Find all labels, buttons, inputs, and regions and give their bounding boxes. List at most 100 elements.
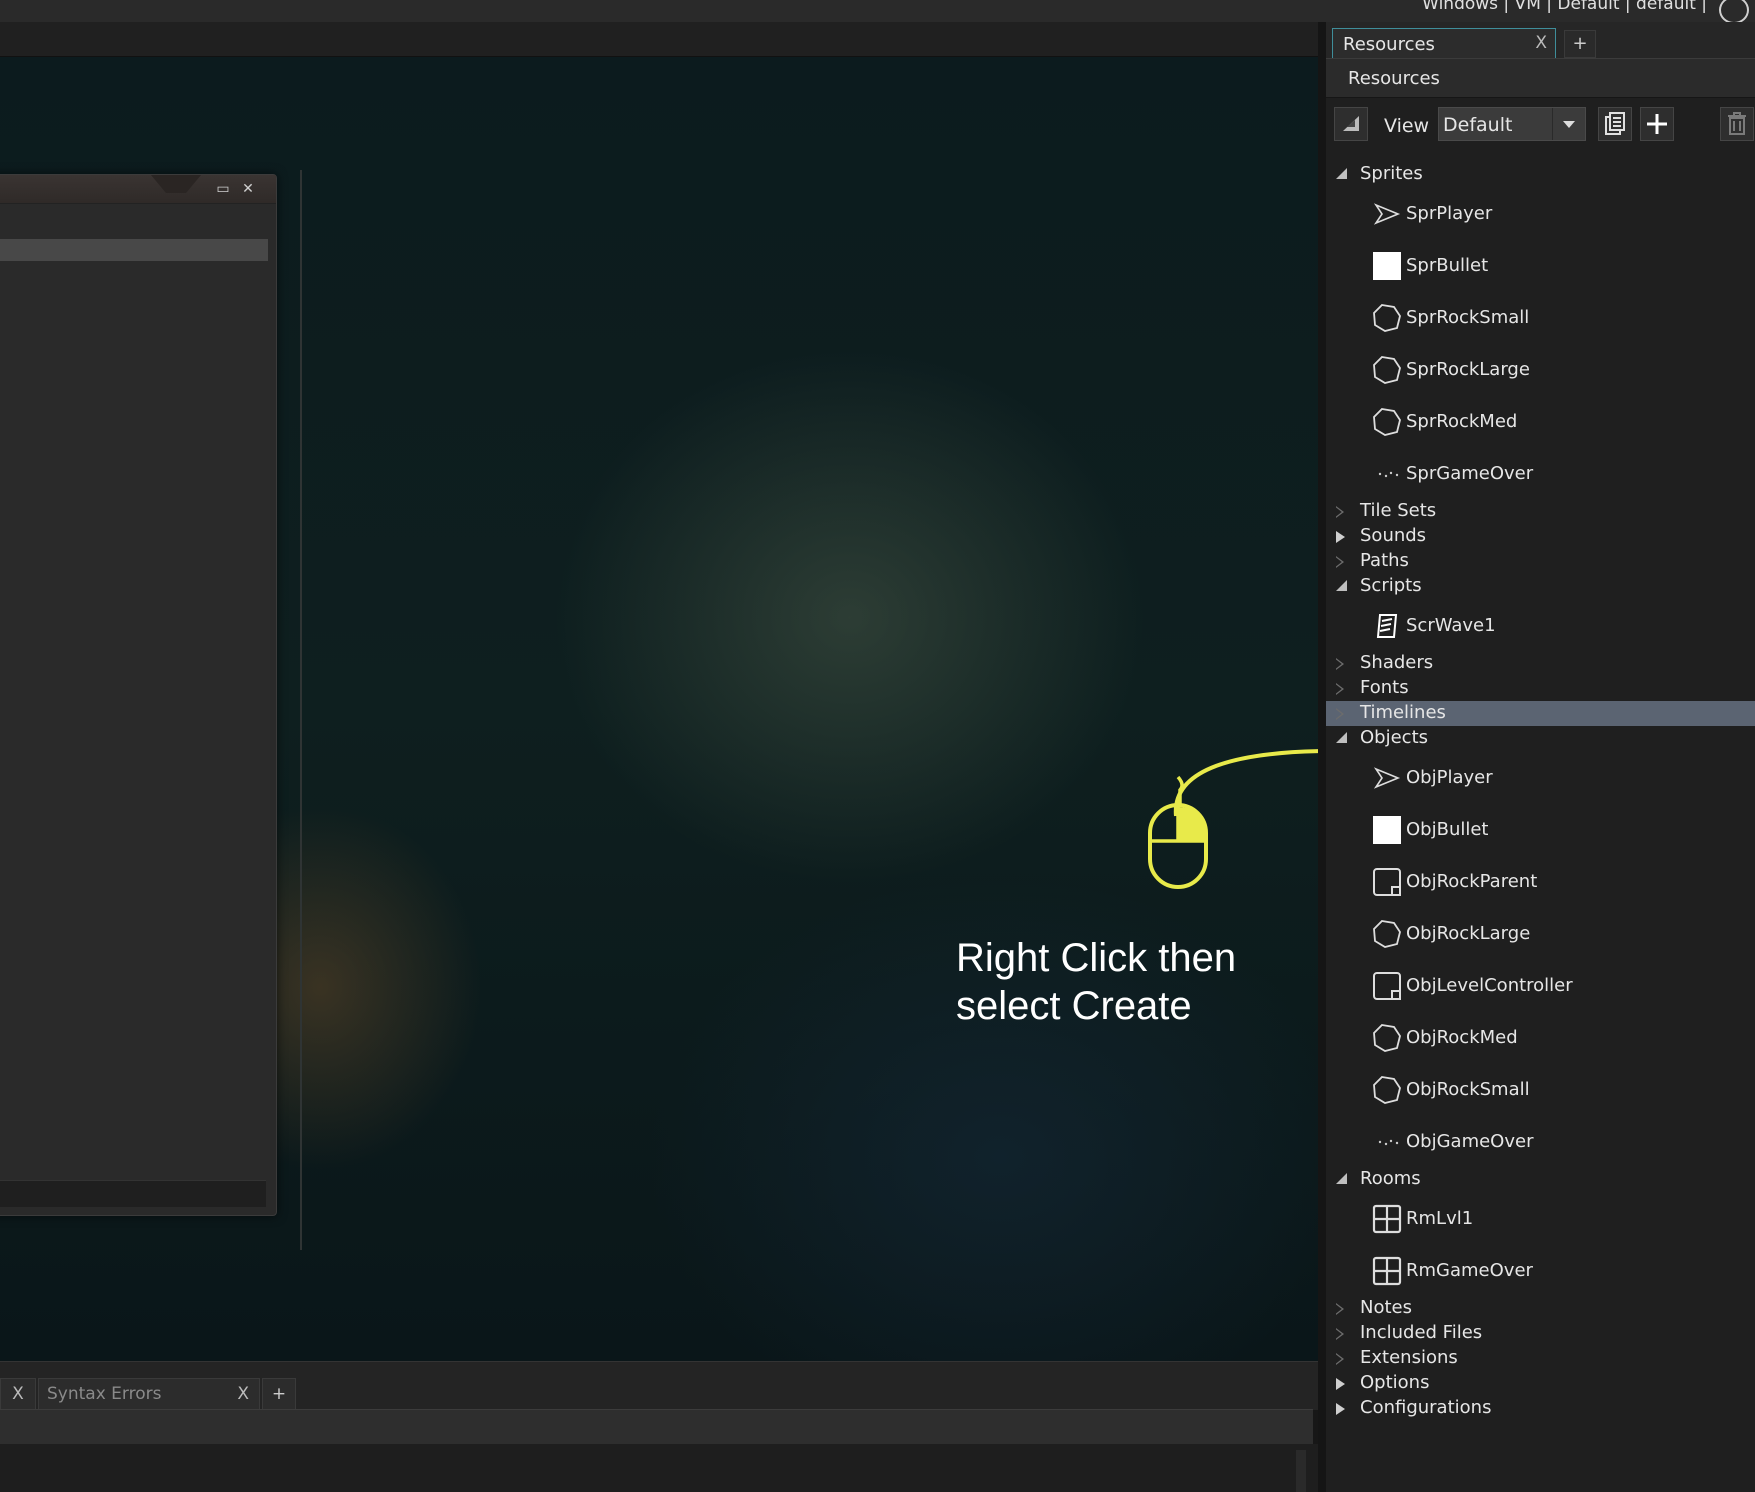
add-tab-button[interactable]: + — [262, 1378, 296, 1409]
collapsed-arrow-icon[interactable] — [1336, 1403, 1345, 1415]
tree-folder-included-files[interactable]: Included Files — [1326, 1321, 1755, 1346]
window-footer — [0, 1180, 266, 1207]
item-label: ObjGameOver — [1406, 1131, 1534, 1152]
item-label: SprGameOver — [1406, 463, 1534, 484]
delete-resource-button[interactable] — [1720, 107, 1754, 141]
workspace-tab-bar — [0, 22, 1318, 57]
document-list-icon — [1605, 112, 1625, 135]
collapsed-arrow-icon[interactable] — [1336, 556, 1344, 568]
chevron-down-icon[interactable] — [1552, 108, 1585, 140]
tree-item[interactable]: RmLvl1 — [1326, 1192, 1755, 1244]
tree-item[interactable]: SprBullet — [1326, 239, 1755, 291]
tree-folder-objects[interactable]: Objects — [1326, 726, 1755, 751]
output-tab-bar: X Syntax Errors X + — [0, 1361, 1318, 1410]
folder-label: Configurations — [1360, 1397, 1492, 1418]
close-icon[interactable]: X — [1535, 33, 1547, 53]
target-icon[interactable] — [1719, 0, 1749, 24]
tree-item[interactable]: SprGameOver — [1326, 447, 1755, 499]
tree-folder-shaders[interactable]: Shaders — [1326, 651, 1755, 676]
object-icon — [1373, 868, 1401, 896]
folder-label: Shaders — [1360, 652, 1434, 673]
trash-icon — [1728, 112, 1746, 135]
tree-item[interactable]: SprRockMed — [1326, 395, 1755, 447]
close-icon[interactable]: X — [237, 1379, 249, 1409]
tree-folder-configurations[interactable]: Configurations — [1326, 1396, 1755, 1421]
tree-folder-paths[interactable]: Paths — [1326, 549, 1755, 574]
panel-splitter[interactable] — [1318, 22, 1326, 1492]
tree-folder-notes[interactable]: Notes — [1326, 1296, 1755, 1321]
folder-label: Notes — [1360, 1297, 1412, 1318]
tab-resources[interactable]: Resources X — [1332, 28, 1556, 58]
maximize-icon[interactable]: ▭ — [215, 181, 231, 197]
folder-label: Fonts — [1360, 677, 1409, 698]
list-view-button[interactable] — [1598, 107, 1632, 141]
output-scrollbar[interactable] — [1296, 1450, 1306, 1492]
close-icon[interactable]: ✕ — [240, 181, 256, 197]
tree-folder-timelines[interactable]: Timelines — [1326, 701, 1755, 726]
tree-folder-tile-sets[interactable]: Tile Sets — [1326, 499, 1755, 524]
tab-syntax-errors[interactable]: Syntax Errors X — [38, 1378, 260, 1409]
collapsed-arrow-icon[interactable] — [1336, 1328, 1344, 1340]
expanded-arrow-icon[interactable] — [1336, 580, 1347, 591]
tree-folder-rooms[interactable]: Rooms — [1326, 1167, 1755, 1192]
window-titlebar[interactable]: ▭ ✕ — [0, 175, 276, 204]
workspace-divider — [300, 170, 302, 1250]
tab-output[interactable]: X — [0, 1378, 36, 1409]
tree-item[interactable]: ObjRockSmall — [1326, 1063, 1755, 1115]
tree-item[interactable]: SprPlayer — [1326, 187, 1755, 239]
target-selector-text[interactable]: Windows | VM | Default | default | — [1422, 0, 1707, 14]
item-label: ObjRockParent — [1406, 871, 1538, 892]
folder-label: Objects — [1360, 727, 1429, 748]
ship-icon — [1373, 767, 1401, 789]
top-bar: Windows | VM | Default | default | — [0, 0, 1755, 24]
collapsed-arrow-icon[interactable] — [1336, 658, 1344, 670]
tree-item[interactable]: ObjLevelController — [1326, 959, 1755, 1011]
tree-item[interactable]: ScrWave1 — [1326, 599, 1755, 651]
tree-item[interactable]: RmGameOver — [1326, 1244, 1755, 1296]
collapsed-arrow-icon[interactable] — [1336, 1353, 1344, 1365]
tree-folder-extensions[interactable]: Extensions — [1326, 1346, 1755, 1371]
tree-folder-fonts[interactable]: Fonts — [1326, 676, 1755, 701]
item-label: ObjRockSmall — [1406, 1079, 1530, 1100]
script-icon — [1376, 614, 1398, 638]
plus-icon — [1647, 114, 1667, 134]
tree-folder-options[interactable]: Options — [1326, 1371, 1755, 1396]
tree-item[interactable]: ObjRockParent — [1326, 855, 1755, 907]
panel-title: Resources — [1348, 68, 1440, 89]
folder-label: Options — [1360, 1372, 1430, 1393]
view-dropdown[interactable]: Default — [1438, 107, 1586, 141]
collapsed-arrow-icon[interactable] — [1336, 683, 1344, 695]
rock-icon — [1373, 304, 1401, 332]
window-selected-row[interactable] — [0, 239, 268, 261]
tree-item[interactable]: ObjGameOver — [1326, 1115, 1755, 1167]
tree-item[interactable]: ObjRockMed — [1326, 1011, 1755, 1063]
close-icon[interactable]: X — [12, 1384, 24, 1404]
collapse-icon — [1343, 116, 1359, 131]
tree-item[interactable]: ObjRockLarge — [1326, 907, 1755, 959]
tree-folder-sounds[interactable]: Sounds — [1326, 524, 1755, 549]
item-label: ObjRockLarge — [1406, 923, 1531, 944]
tree-item[interactable]: ObjBullet — [1326, 803, 1755, 855]
tree-item[interactable]: SprRockSmall — [1326, 291, 1755, 343]
collapse-all-button[interactable] — [1334, 107, 1368, 141]
folder-label: Rooms — [1360, 1168, 1421, 1189]
tree-item[interactable]: ObjPlayer — [1326, 751, 1755, 803]
annotation-text: Right Click then select Create — [956, 936, 1237, 1028]
tree-folder-scripts[interactable]: Scripts — [1326, 574, 1755, 599]
ship-icon — [1373, 203, 1401, 225]
workspace-window: ▭ ✕ — [0, 174, 277, 1216]
tree-item[interactable]: SprRockLarge — [1326, 343, 1755, 395]
collapsed-arrow-icon[interactable] — [1336, 506, 1344, 518]
tree-folder-sprites[interactable]: Sprites — [1326, 162, 1755, 187]
item-label: ObjLevelController — [1406, 975, 1573, 996]
add-tab-button[interactable]: + — [1564, 30, 1596, 58]
expanded-arrow-icon[interactable] — [1336, 732, 1347, 743]
white-square-icon — [1373, 252, 1401, 280]
item-label: ObjBullet — [1406, 819, 1489, 840]
collapsed-arrow-icon[interactable] — [1336, 531, 1345, 543]
collapsed-arrow-icon[interactable] — [1336, 1303, 1344, 1315]
add-resource-button[interactable] — [1640, 107, 1674, 141]
expanded-arrow-icon[interactable] — [1336, 168, 1347, 179]
collapsed-arrow-icon[interactable] — [1336, 1378, 1345, 1390]
expanded-arrow-icon[interactable] — [1336, 1173, 1347, 1184]
